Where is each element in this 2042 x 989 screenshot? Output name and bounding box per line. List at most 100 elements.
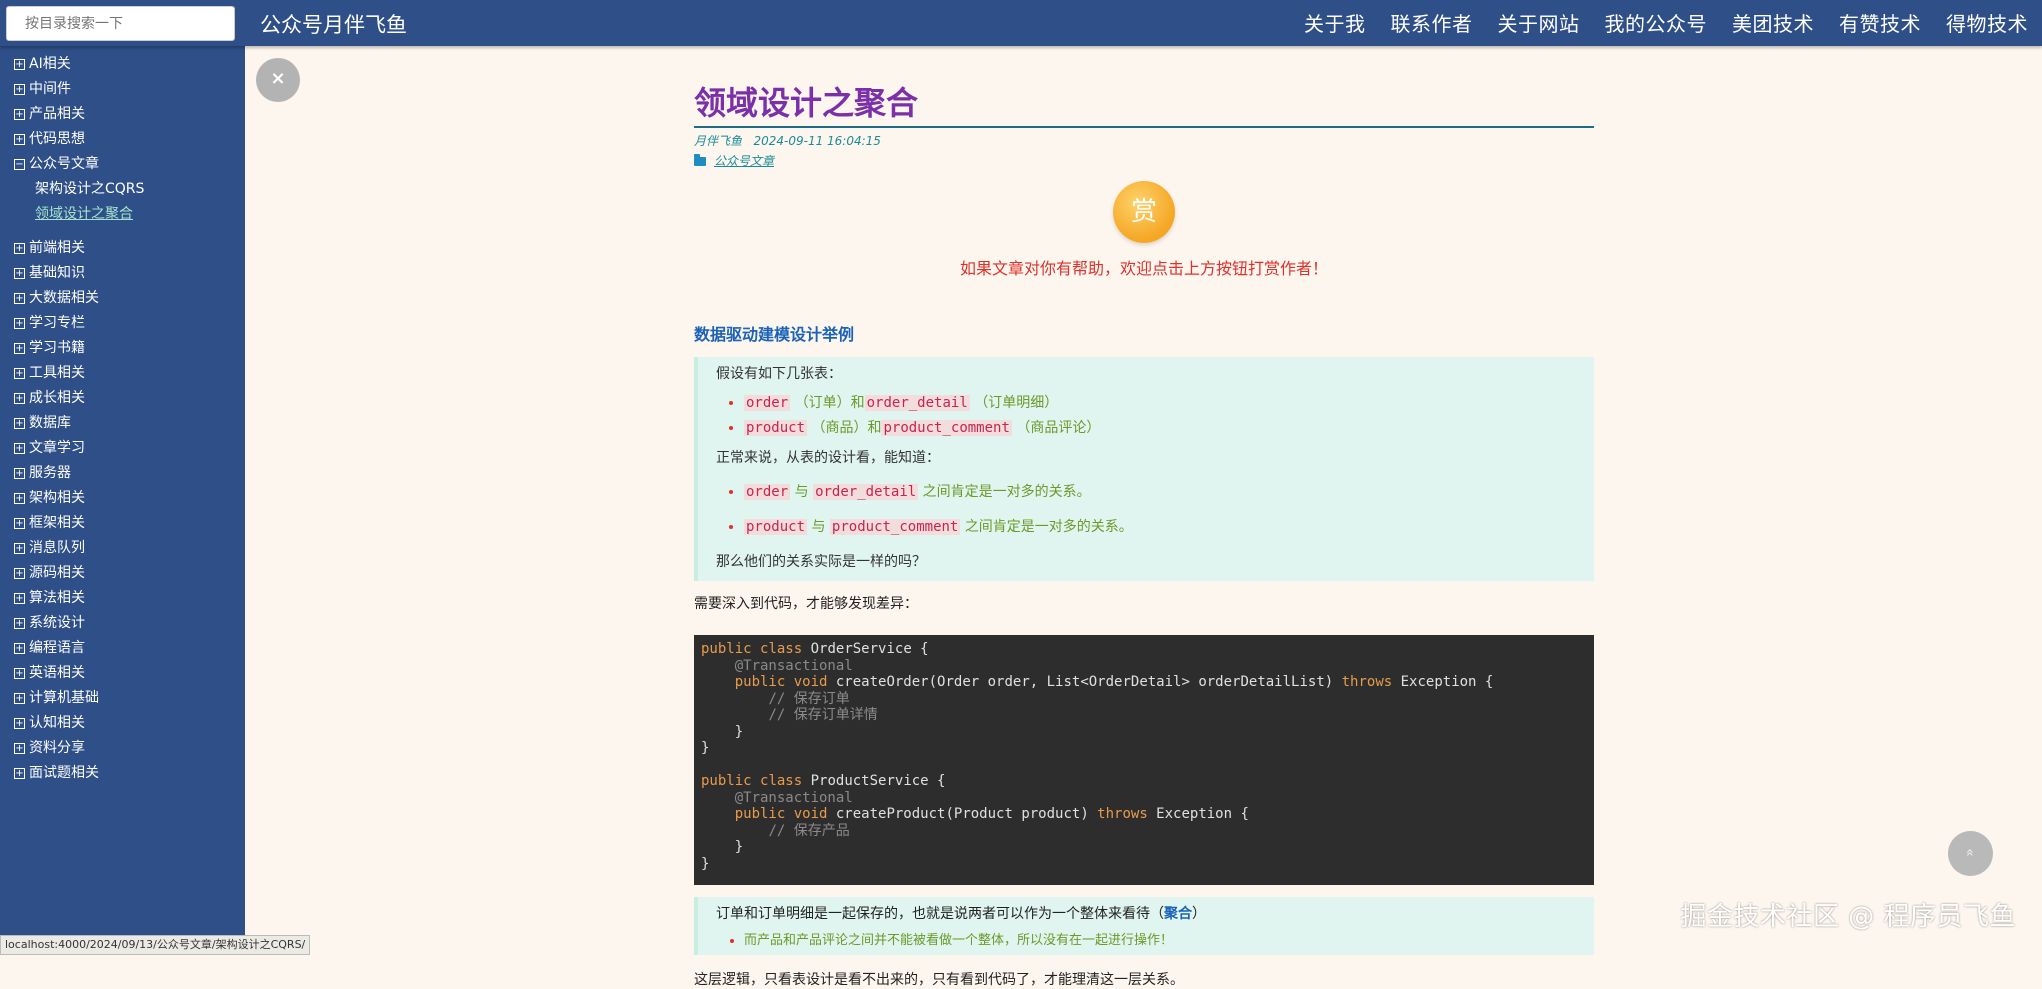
sidebar-item-before-1[interactable]: + 中间件 [14,77,245,102]
sidebar-item-before-2[interactable]: + 产品相关 [14,102,245,127]
expand-icon[interactable]: + [14,134,25,145]
sidebar-item-label: 源码相关 [29,565,85,581]
sidebar-item-after-9[interactable]: +服务器 [14,461,245,486]
sidebar-item-after-15[interactable]: +系统设计 [14,611,245,636]
sidebar-item-label: 成长相关 [29,390,85,406]
list-text: （商品评论） [1016,420,1100,436]
sidebar-item-after-8[interactable]: + 文章学习 [14,436,245,461]
sidebar-item-label: 中间件 [29,81,71,97]
nav-meituan-tech[interactable]: 美团技术 [1732,8,1814,37]
sidebar-item-after-16[interactable]: +编程语言 [14,636,245,661]
expand-icon[interactable]: + [14,643,25,654]
sidebar-item-after-17[interactable]: +英语相关 [14,661,245,686]
sidebar-item-after-20[interactable]: +资料分享 [14,736,245,761]
reward-tip: 如果文章对你有帮助，欢迎点击上方按钮打赏作者！ [694,255,1594,279]
expand-icon[interactable]: + [14,368,25,379]
expand-icon[interactable]: + [14,718,25,729]
nav-about-me[interactable]: 关于我 [1304,8,1366,37]
expand-icon[interactable]: + [14,59,25,70]
expand-icon[interactable]: + [14,593,25,604]
expand-icon[interactable]: + [14,618,25,629]
back-to-top-button[interactable]: » [1948,831,1993,876]
expand-icon[interactable]: + [14,393,25,404]
sidebar-item-label: 算法相关 [29,590,85,606]
sidebar-item-after-12[interactable]: +消息队列 [14,536,245,561]
reward-button[interactable]: 赏 [1113,181,1175,243]
sidebar-item-after-10[interactable]: +架构相关 [14,486,245,511]
sidebar-item-after-18[interactable]: + 计算机基础 [14,686,245,711]
list-text: 与 [811,519,825,535]
expand-icon[interactable]: + [14,268,25,279]
expand-icon[interactable]: + [14,468,25,479]
inline-code: product_comment [830,519,960,535]
expand-icon[interactable]: + [14,568,25,579]
sidebar-item-label: 文章学习 [29,440,85,456]
post-category: 公众号文章 [694,152,1594,169]
expand-icon[interactable]: + [14,418,25,429]
nav-dewu-tech[interactable]: 得物技术 [1946,8,2028,37]
post-title: 领域设计之聚合 [694,78,1594,128]
search-input[interactable] [6,6,235,41]
sidebar-item-label: 产品相关 [29,106,85,122]
sidebar-item-after-14[interactable]: + 算法相关 [14,586,245,611]
sidebar-item-before-0[interactable]: +AI相关 [14,52,245,77]
sidebar-item-after-11[interactable]: +框架相关 [14,511,245,536]
sidebar-item-after-4[interactable]: +学习书籍 [14,336,245,361]
expand-icon[interactable]: + [14,743,25,754]
sidebar-subitem[interactable]: 领域设计之聚合 [35,202,245,227]
chevron-up-icon: » [1949,848,1992,857]
site-title[interactable]: 公众号月伴飞鱼 [260,9,407,39]
expand-icon[interactable]: + [14,493,25,504]
sidebar-item-expanded[interactable]: −公众号文章架构设计之CQRS领域设计之聚合 [14,152,245,227]
list-item: product （商品）和product_comment （商品评论） [744,416,1576,441]
blockquote-aggregate: 订单和订单明细是一起保存的，也就是说两者可以作为一个整体来看待（聚合） 而产品和… [694,897,1594,955]
folder-icon [694,157,706,166]
sidebar-item-label: 工具相关 [29,365,85,381]
nav-about-site[interactable]: 关于网站 [1498,8,1580,37]
sidebar-item-after-13[interactable]: + 源码相关 [14,561,245,586]
status-bar-url: localhost:4000/2024/09/13/公众号文章/架构设计之CQR… [0,935,310,955]
expand-icon[interactable]: + [14,443,25,454]
expand-icon[interactable]: + [14,243,25,254]
expand-icon[interactable]: + [14,109,25,120]
inline-code: order [744,484,790,500]
quote-mid: 正常来说，从表的设计看，能知道： [716,445,1576,471]
sidebar-item-label: 面试题相关 [29,765,99,781]
sidebar-item-after-1[interactable]: +基础知识 [14,261,245,286]
expand-icon[interactable]: + [14,518,25,529]
sidebar-item-after-5[interactable]: + 工具相关 [14,361,245,386]
sidebar-subitem[interactable]: 架构设计之CQRS [35,177,245,202]
expand-icon[interactable]: + [14,84,25,95]
post-date: 2024-09-11 16:04:15 [753,134,880,148]
nav-youzan-tech[interactable]: 有赞技术 [1839,8,1921,37]
expand-icon[interactable]: + [14,318,25,329]
sidebar-item-after-2[interactable]: +大数据相关 [14,286,245,311]
category-link[interactable]: 公众号文章 [714,154,774,168]
list-text: 与 [795,484,809,500]
close-sidebar-button[interactable]: × [256,58,300,102]
sidebar-subtree: 架构设计之CQRS 领域设计之聚合 [14,177,245,227]
sidebar-subitem-label: 领域设计之聚合 [35,206,133,222]
expand-icon[interactable]: + [14,693,25,704]
expand-icon[interactable]: + [14,343,25,354]
sidebar: +AI相关+中间件+产品相关+代码思想−公众号文章架构设计之CQRS领域设计之聚… [0,46,245,955]
expand-icon[interactable]: + [14,543,25,554]
inline-code: product [744,420,807,436]
sidebar-item-label: 前端相关 [29,240,85,256]
expand-icon[interactable]: + [14,293,25,304]
sidebar-item-before-3[interactable]: +代码思想 [14,127,245,152]
sidebar-item-after-19[interactable]: +认知相关 [14,711,245,736]
sidebar-item-after-0[interactable]: + 前端相关 [14,236,245,261]
sidebar-item-after-7[interactable]: +数据库 [14,411,245,436]
collapse-icon[interactable]: − [14,159,25,170]
expand-icon[interactable]: + [14,668,25,679]
nav-my-official-account[interactable]: 我的公众号 [1605,8,1708,37]
expand-icon[interactable]: + [14,768,25,779]
nav-contact-author[interactable]: 联系作者 [1391,8,1473,37]
sidebar-item-label: 计算机基础 [29,690,99,706]
quote-intro: 假设有如下几张表： [716,361,1576,387]
sidebar-item-after-21[interactable]: + 面试题相关 [14,761,245,786]
sidebar-item-after-6[interactable]: + 成长相关 [14,386,245,411]
post-content: 领域设计之聚合 月伴飞鱼 2024-09-11 16:04:15 公众号文章 赏… [694,46,1594,989]
sidebar-item-after-3[interactable]: +学习专栏 [14,311,245,336]
